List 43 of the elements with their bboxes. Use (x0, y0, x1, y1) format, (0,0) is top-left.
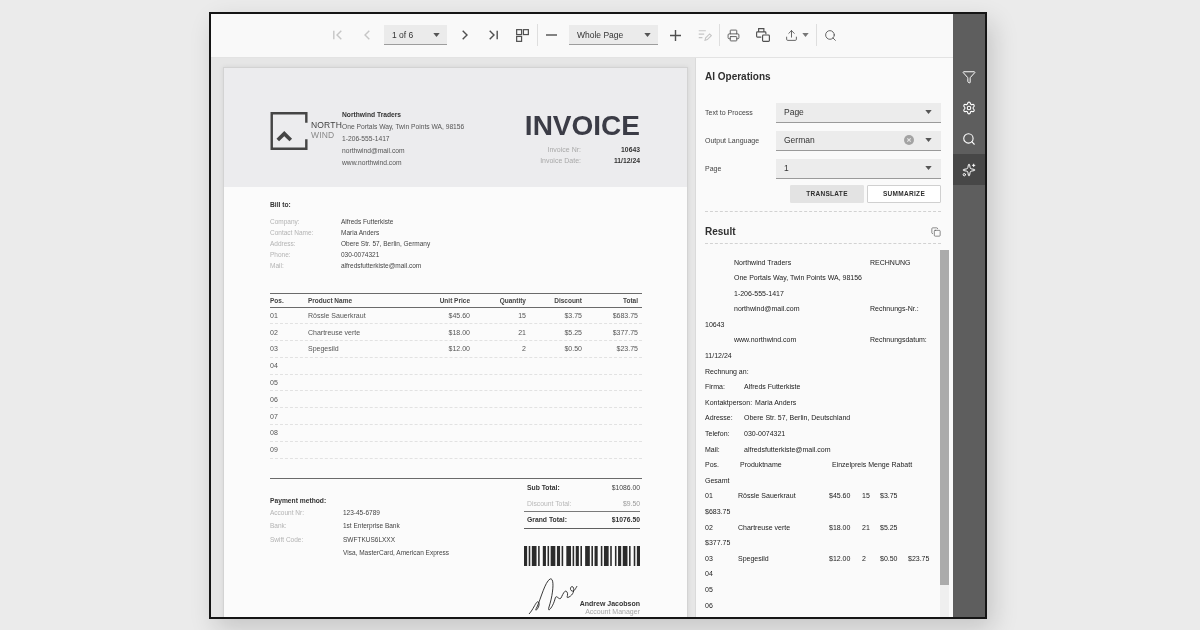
search-button[interactable] (823, 28, 838, 42)
chevron-right-icon (461, 30, 468, 40)
sparkles-icon (962, 162, 976, 177)
result-title: Result (705, 224, 736, 239)
select-field[interactable]: Page (776, 102, 941, 123)
export-button[interactable] (784, 28, 809, 42)
logo-text: WIND (310, 130, 336, 140)
settings-icon (962, 100, 976, 115)
logo-icon (270, 110, 309, 151)
caret-icon (801, 33, 809, 37)
sidebar-button[interactable] (953, 154, 985, 185)
search-icon (962, 131, 976, 146)
caret-icon (925, 110, 932, 114)
grid-icon (516, 28, 529, 42)
caret-icon (433, 32, 440, 37)
filter-icon (962, 69, 976, 84)
select-field[interactable]: German (776, 130, 941, 151)
upload-icon (784, 28, 798, 42)
printer-icon (727, 28, 740, 42)
zoom-in-button[interactable] (668, 28, 683, 42)
logo-text: NORTH (310, 121, 342, 131)
caret-icon (644, 32, 651, 37)
copy-button[interactable] (930, 226, 941, 237)
minus-icon (546, 34, 557, 36)
invoice-title: INVOICE (524, 111, 640, 140)
thumbnails-button[interactable] (515, 28, 530, 42)
select-field[interactable]: 1 (776, 158, 941, 179)
chevron-last-icon (489, 30, 498, 40)
panel-title: AI Operations (705, 69, 771, 84)
plus-icon (670, 29, 681, 41)
caret-icon (925, 138, 932, 142)
signature-drawing (528, 575, 578, 616)
copy-icon (930, 226, 941, 237)
printer-page-icon (755, 28, 770, 42)
search-icon (824, 28, 837, 42)
page-select[interactable]: 1 of 6 (384, 25, 447, 45)
print-page-button[interactable] (755, 28, 770, 42)
caret-icon (925, 166, 932, 170)
pencil-icon (697, 29, 712, 41)
chevron-left-icon (363, 30, 370, 40)
print-button[interactable] (726, 28, 741, 42)
chevron-first-icon (333, 30, 342, 40)
zoom-select[interactable]: Whole Page (569, 25, 658, 45)
